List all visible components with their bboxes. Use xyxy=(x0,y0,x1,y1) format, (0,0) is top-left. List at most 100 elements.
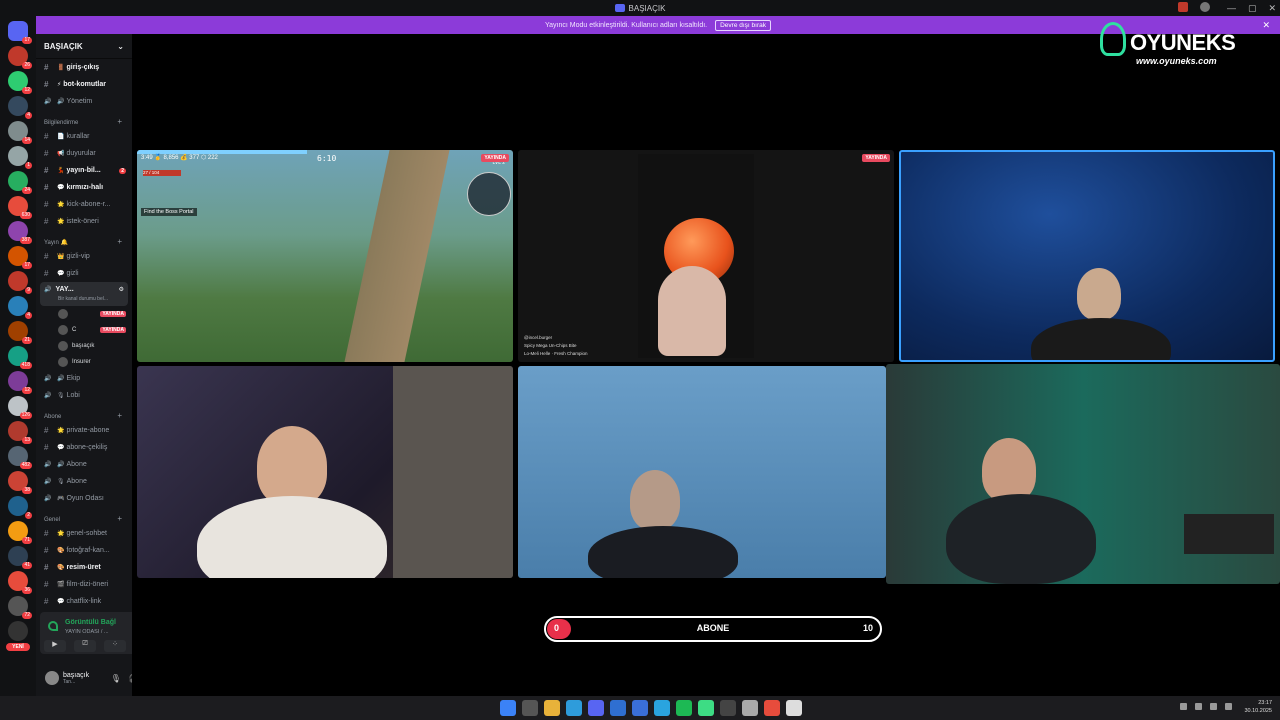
channel-category[interactable]: Yayın 🔔 + xyxy=(36,230,132,248)
volume-icon[interactable] xyxy=(1225,703,1232,710)
stream-tile-game[interactable]: 3:49 🥇 8,856 💰 377 ⬡ 222 6:10 27 / 104 F… xyxy=(137,150,513,362)
channel-item[interactable]: # 🎬 film-dizi-öneri xyxy=(36,576,132,593)
channel-item[interactable]: # 🌟 genel-sohbet xyxy=(36,525,132,542)
camera-tile-bald-man[interactable] xyxy=(137,366,513,578)
app-icon[interactable] xyxy=(786,700,802,716)
voice-user[interactable]: C YAYINDA xyxy=(36,322,132,338)
channel-item[interactable]: # 🌟 istek-öneri xyxy=(36,213,132,230)
channel-item[interactable]: # 💬 gizli xyxy=(36,265,132,282)
channel-item[interactable]: # 🚪 giriş-çıkış xyxy=(36,59,132,76)
server-icon[interactable]: 17 xyxy=(8,21,32,44)
server-icon[interactable]: 17 xyxy=(8,246,32,269)
spotify-icon[interactable] xyxy=(676,700,692,716)
channel-item[interactable]: 🔊 🎙 Lobi xyxy=(36,387,132,404)
help-icon[interactable] xyxy=(1200,2,1210,12)
server-icon[interactable]: 12 xyxy=(8,71,32,94)
channel-item[interactable]: # 🎨 resim-üret xyxy=(36,559,132,576)
search-icon[interactable] xyxy=(522,700,538,716)
steam-icon[interactable] xyxy=(720,700,736,716)
telegram-icon[interactable] xyxy=(654,700,670,716)
avatar[interactable] xyxy=(45,671,59,685)
add-channel-icon[interactable]: + xyxy=(117,117,122,126)
server-icon[interactable]: 12 xyxy=(8,371,32,394)
channel-item[interactable]: # 👑 gizli-vip xyxy=(36,248,132,265)
word-icon[interactable] xyxy=(632,700,648,716)
server-icon[interactable]: 4 xyxy=(8,296,32,319)
channel-category[interactable]: Bilgilendirme + xyxy=(36,110,132,128)
camera-tile-blue-room[interactable] xyxy=(899,150,1275,362)
xbox-icon[interactable] xyxy=(698,700,714,716)
screen-share-button[interactable]: ⎚ xyxy=(74,640,96,652)
server-icon[interactable]: 387 xyxy=(8,221,32,244)
chat-icon[interactable]: ⚙ xyxy=(119,286,124,293)
channel-item[interactable]: # 💬 abone-çekiliş xyxy=(36,439,132,456)
channel-item[interactable]: 🔊 🎙 Abone xyxy=(36,473,132,490)
channel-item[interactable]: 🔊 🔊 Ekip xyxy=(36,370,132,387)
server-icon[interactable]: 41 xyxy=(8,546,32,569)
server-icon[interactable]: 13 xyxy=(8,421,32,444)
channel-item[interactable]: # 🌟 kick-abone-r... xyxy=(36,196,132,213)
add-channel-icon[interactable]: + xyxy=(117,237,122,246)
channel-item[interactable]: # 📄 kurallar xyxy=(36,128,132,145)
camera-tile-blue-wall[interactable] xyxy=(518,366,886,578)
maximize-icon[interactable]: ▢ xyxy=(1248,3,1257,14)
channel-item[interactable]: # 📢 duyurular xyxy=(36,145,132,162)
channel-category[interactable]: Genel + xyxy=(36,507,132,525)
server-icon[interactable]: 126 xyxy=(8,396,32,419)
close-window-icon[interactable]: ✕ xyxy=(1268,3,1276,14)
camera-tile-studio[interactable] xyxy=(886,364,1280,584)
server-icon[interactable]: 4 xyxy=(8,96,32,119)
notion-icon[interactable] xyxy=(742,700,758,716)
server-icon[interactable]: 630 xyxy=(8,196,32,219)
add-channel-icon[interactable]: + xyxy=(117,411,122,420)
voice-user[interactable]: YAYINDA xyxy=(36,306,132,322)
file-explorer-icon[interactable] xyxy=(544,700,560,716)
server-icon[interactable]: 38 xyxy=(8,471,32,494)
server-icon[interactable]: 36 xyxy=(8,571,32,594)
server-icon[interactable]: 1 xyxy=(8,146,32,169)
channel-item[interactable]: 🔊 🎮 Oyun Odası xyxy=(36,490,132,507)
chrome-icon[interactable] xyxy=(566,700,582,716)
microphone-icon[interactable] xyxy=(1195,703,1202,710)
clock[interactable]: 23:17 30.10.2025 xyxy=(1244,699,1272,715)
disable-streamer-mode-button[interactable]: Devre dışı bırak xyxy=(715,19,771,31)
camera-button[interactable]: ▶ xyxy=(44,640,66,652)
start-icon[interactable] xyxy=(500,700,516,716)
server-icon[interactable]: 2 xyxy=(8,496,32,519)
server-icon[interactable]: 14 xyxy=(8,121,32,144)
server-icon[interactable]: 482 xyxy=(8,446,32,469)
chevron-up-icon[interactable] xyxy=(1180,703,1187,710)
server-icon[interactable]: 21 xyxy=(8,321,32,344)
stream-tile-phone[interactable]: @incel.burger Spicy Mega Un-Chips Bite L… xyxy=(518,150,894,362)
channel-item[interactable]: # 🎨 fotoğraf-kan... xyxy=(36,542,132,559)
channel-item[interactable]: # 💬 kırmızı-halı xyxy=(36,179,132,196)
server-icon[interactable]: 9 xyxy=(8,271,32,294)
server-icon[interactable]: 418 xyxy=(8,346,32,369)
guild-header[interactable]: BAŞIAÇIK ⌄ xyxy=(36,34,132,59)
server-icon[interactable]: 24 xyxy=(8,171,32,194)
new-servers-pill[interactable]: YENİ xyxy=(6,643,30,651)
server-icon[interactable] xyxy=(8,621,28,641)
obs-icon[interactable] xyxy=(764,700,780,716)
channel-item[interactable]: # ⚡ bot-komutlar xyxy=(36,76,132,93)
minimize-icon[interactable]: — xyxy=(1227,3,1236,13)
channel-item[interactable]: # 💬 chatflix-link xyxy=(36,593,132,610)
server-icon[interactable]: 26 xyxy=(8,46,32,69)
active-voice-channel[interactable]: 🔊 YAY... ⚙ Bir kanal durumu bel... xyxy=(40,282,128,306)
channel-item[interactable]: 🔊 🔊 Abone xyxy=(36,456,132,473)
store-icon[interactable] xyxy=(610,700,626,716)
channel-item[interactable]: # 🌟 private-abone xyxy=(36,422,132,439)
add-channel-icon[interactable]: + xyxy=(117,514,122,523)
discord-icon[interactable] xyxy=(588,700,604,716)
server-icon[interactable]: 72 xyxy=(8,596,32,619)
inbox-icon[interactable] xyxy=(1178,2,1188,12)
channel-item[interactable]: # 💃 yayın-bil... 2 xyxy=(36,162,132,179)
voice-user[interactable]: başıaçık xyxy=(36,338,132,354)
close-banner-icon[interactable]: ✕ xyxy=(1262,20,1270,31)
server-icon[interactable]: 71 xyxy=(8,521,32,544)
activities-button[interactable]: ⁘ xyxy=(104,640,126,652)
channel-category[interactable]: Abone + xyxy=(36,404,132,422)
voice-user[interactable]: Insurer xyxy=(36,354,132,370)
microphone-icon[interactable]: 🎙 xyxy=(111,674,121,683)
channel-item[interactable]: 🔊 🔊 Yönetim xyxy=(36,93,132,110)
